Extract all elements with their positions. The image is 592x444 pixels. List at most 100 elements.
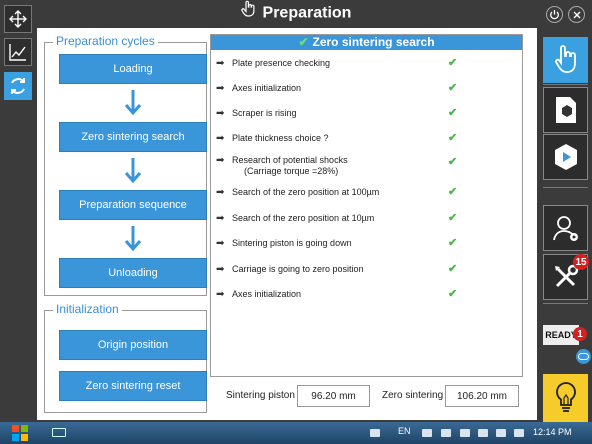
arrow-right-icon: ➡ (216, 108, 225, 119)
status-item-subtext: (Carriage torque =28%) (244, 166, 339, 176)
chart-button[interactable] (4, 38, 32, 66)
check-icon: ✔ (448, 132, 458, 144)
zero-sintering-value: 106.20 mm (445, 385, 519, 407)
cube-play-icon (554, 144, 577, 170)
status-item-text: Axes initialization (232, 83, 302, 93)
status-item-text: Search of the zero position at 10µm (232, 213, 375, 223)
status-panel-title: Zero sintering search (312, 35, 435, 49)
window-title-text: Preparation (262, 4, 352, 22)
check-icon: ✔ (448, 263, 458, 275)
check-icon: ✔ (298, 35, 309, 49)
check-icon: ✔ (448, 186, 458, 198)
close-icon (573, 11, 580, 18)
separator (543, 84, 588, 85)
arrow-right-icon: ➡ (216, 238, 225, 249)
preparation-cycles-group: Preparation cycles Loading Zero sinterin… (44, 34, 207, 296)
status-item-text: Axes initialization (232, 289, 302, 299)
cycle-button[interactable] (4, 72, 32, 100)
link-icon (578, 353, 589, 360)
status-item-text: Research of potential shocks (Carriage t… (232, 155, 448, 177)
start-button[interactable] (0, 422, 40, 444)
move-button[interactable] (4, 5, 32, 33)
check-icon: ✔ (448, 82, 458, 94)
chart-icon (9, 44, 26, 61)
move-arrows-icon (9, 10, 27, 28)
down-arrow-icon (125, 158, 141, 183)
check-icon: ✔ (448, 156, 458, 168)
arrow-right-icon: ➡ (216, 133, 225, 144)
arrow-right-icon: ➡ (216, 83, 225, 94)
preparation-sequence-button[interactable]: Preparation sequence (59, 190, 207, 220)
part-file-button[interactable] (543, 87, 588, 133)
zero-sintering-reset-button[interactable]: Zero sintering reset (59, 371, 207, 401)
window-title: Preparation (0, 0, 592, 28)
arrow-right-icon: ➡ (216, 264, 225, 275)
link-toggle-button[interactable] (576, 349, 591, 364)
arrow-right-icon: ➡ (216, 187, 225, 198)
initialization-title: Initialization (53, 302, 122, 316)
tray-display-icon[interactable] (496, 429, 506, 437)
tray-speaker-icon[interactable] (514, 429, 524, 437)
zero-sintering-label: Zero sintering (382, 390, 444, 401)
status-panel-header: ✔ Zero sintering search (211, 35, 522, 50)
status-item: ➡ Plate presence checking ✔ (216, 57, 516, 70)
tray-flag-icon[interactable] (478, 429, 488, 437)
keyboard-icon[interactable] (52, 428, 66, 437)
arrow-right-icon: ➡ (216, 213, 225, 224)
check-icon: ✔ (448, 288, 458, 300)
touch-mode-button[interactable] (543, 37, 588, 83)
check-icon: ✔ (448, 107, 458, 119)
sintering-piston-value: 96.20 mm (297, 385, 370, 407)
initialization-group: Initialization Origin position Zero sint… (44, 302, 207, 413)
origin-position-button[interactable]: Origin position (59, 330, 207, 360)
separator (543, 187, 588, 188)
close-button[interactable] (568, 6, 585, 23)
build-3d-button[interactable] (543, 134, 588, 180)
tray-app-icon[interactable] (370, 429, 380, 437)
clock[interactable]: 12:14 PM (533, 427, 572, 437)
power-icon (550, 10, 559, 20)
cycle-icon (11, 78, 25, 94)
hand-icon (240, 0, 257, 27)
windows-logo-icon (12, 425, 28, 441)
check-icon: ✔ (448, 212, 458, 224)
language-indicator[interactable]: EN (398, 426, 411, 436)
loading-button[interactable]: Loading (59, 54, 207, 84)
tips-button[interactable] (543, 374, 588, 422)
unloading-button[interactable]: Unloading (59, 258, 207, 288)
status-item: ➡ Research of potential shocks (Carriage… (216, 155, 516, 177)
status-item-text: Plate presence checking (232, 58, 331, 68)
status-item-text: Sintering piston is going down (232, 238, 352, 248)
status-item-text: Plate thickness choice ? (232, 133, 329, 143)
power-button[interactable] (546, 6, 563, 23)
arrow-right-icon: ➡ (216, 155, 225, 166)
down-arrow-icon (125, 90, 141, 115)
status-item: ➡ Carriage is going to zero position ✔ (216, 263, 516, 276)
main-panel: Preparation cycles Loading Zero sinterin… (37, 28, 537, 420)
status-item: ➡ Search of the zero position at 100µm ✔ (216, 186, 516, 199)
separator (543, 303, 588, 304)
arrow-right-icon: ➡ (216, 58, 225, 69)
status-item: ➡ Search of the zero position at 10µm ✔ (216, 212, 516, 225)
status-item: ➡ Plate thickness choice ? ✔ (216, 132, 516, 145)
taskbar: EN 12:14 PM (0, 422, 592, 444)
sintering-piston-label: Sintering piston (226, 390, 295, 401)
notifications-badge: 15 (573, 254, 589, 270)
zero-sintering-search-button[interactable]: Zero sintering search (59, 122, 207, 152)
down-arrow-icon (125, 226, 141, 251)
status-item-text: Scraper is rising (232, 108, 297, 118)
status-item: ➡ Axes initialization ✔ (216, 288, 516, 301)
check-icon: ✔ (448, 57, 458, 69)
touch-hand-icon (554, 45, 576, 73)
part-file-icon (555, 97, 576, 123)
lightbulb-icon (555, 382, 576, 412)
status-item: ➡ Axes initialization ✔ (216, 82, 516, 95)
preparation-cycles-title: Preparation cycles (53, 34, 158, 48)
tray-help-icon[interactable] (422, 429, 432, 437)
status-item-line: Research of potential shocks (232, 155, 348, 165)
user-settings-button[interactable] (543, 205, 588, 251)
tray-network-icon[interactable] (441, 429, 451, 437)
ready-badge: 1 (573, 327, 587, 341)
tray-volume-icon[interactable] (460, 429, 470, 437)
status-panel: ✔ Zero sintering search ➡ Plate presence … (210, 34, 523, 377)
